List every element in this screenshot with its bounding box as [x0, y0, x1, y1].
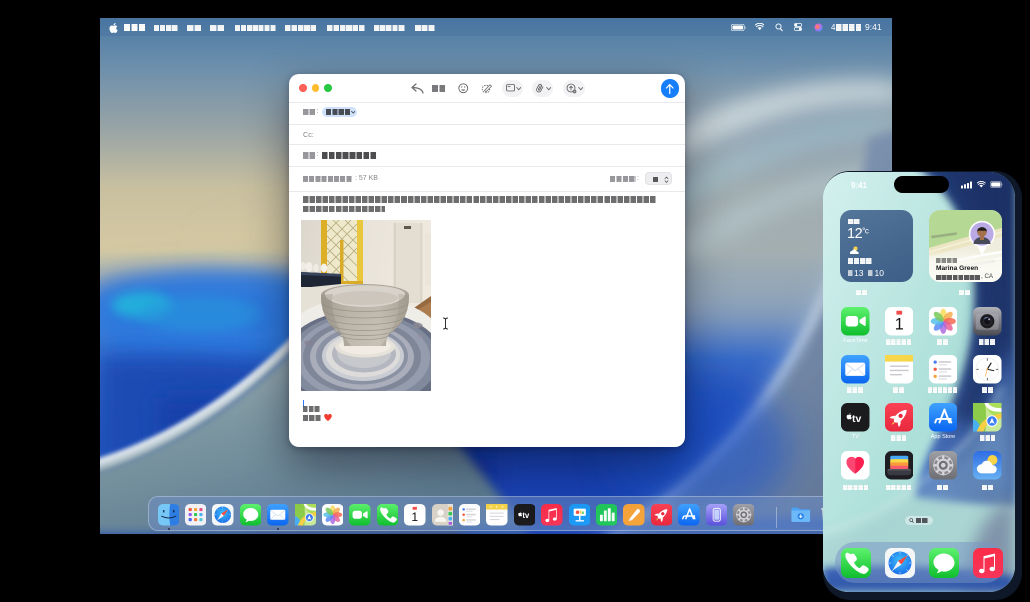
svg-text:+: + [574, 89, 576, 93]
